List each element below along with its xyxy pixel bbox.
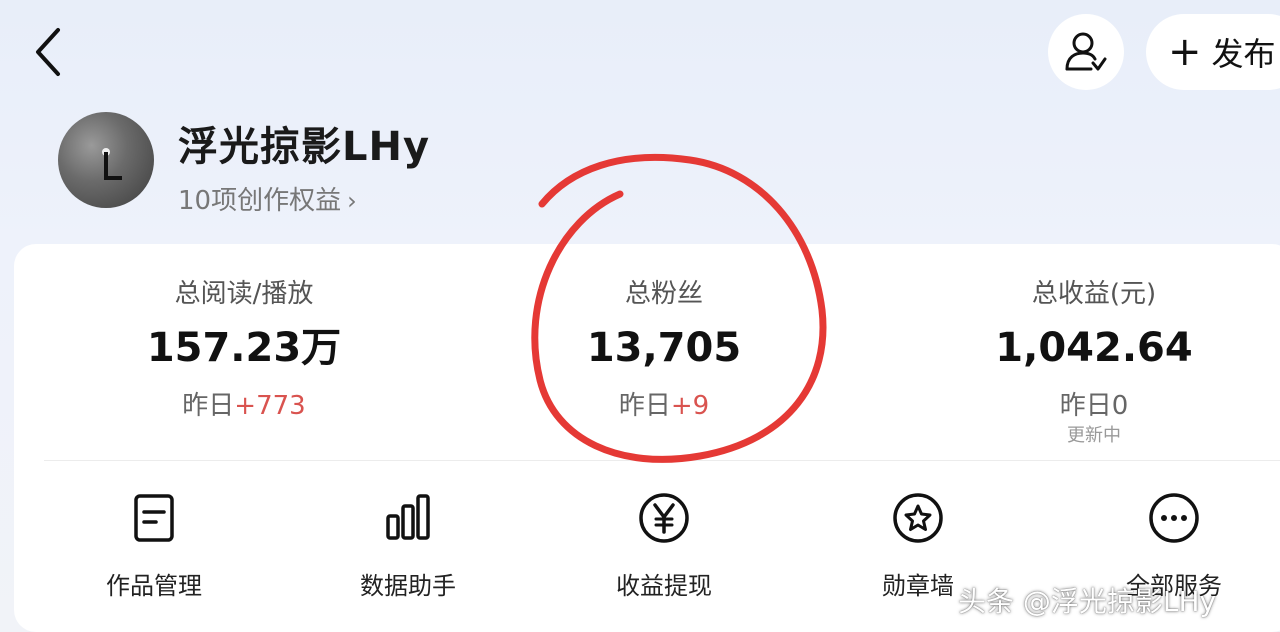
yesterday-delta: +773 [234,391,306,421]
creator-rights-label: 10项创作权益 [178,186,342,216]
stat-total-income[interactable]: 总收益(元) 1,042.64 昨日0 更新中 [924,274,1264,448]
publish-label: 发布 [1211,35,1276,73]
stat-yesterday: 昨日+9 [494,388,834,424]
stat-label: 总阅读/播放 [174,279,314,309]
watermark: 头条 @浮光掠影LHy [958,585,1217,618]
service-label: 作品管理 [106,572,202,600]
bar-chart-icon [386,494,430,540]
stat-yesterday: 昨日0 [1059,391,1129,421]
stat-total-reads[interactable]: 总阅读/播放 157.23万 昨日+773 [74,274,414,424]
service-label: 收益提现 [616,572,712,600]
yuan-icon [639,493,689,543]
plus-icon: + [1168,29,1202,75]
back-button[interactable] [30,24,70,80]
avatar[interactable] [58,112,154,208]
chevron-left-icon [36,28,60,76]
stat-note: 更新中 [1067,425,1121,446]
service-data-assistant[interactable]: 数据助手 [328,490,488,601]
user-follow-button[interactable] [1048,14,1124,90]
stats-card: 总阅读/播放 157.23万 昨日+773 总粉丝 13,705 昨日+9 总收… [14,244,1280,632]
yesterday-prefix: 昨日 [182,391,235,421]
stat-value: 1,042.64 [995,325,1193,371]
stat-value: 157.23万 [146,325,342,371]
service-works-management[interactable]: 作品管理 [74,490,234,601]
yesterday-delta: +9 [670,391,710,421]
stat-yesterday: 昨日+773 [74,388,414,424]
medal-icon [893,493,943,543]
document-icon [134,494,174,542]
service-income-withdraw[interactable]: 收益提现 [584,490,744,601]
service-label: 数据助手 [360,572,456,600]
publish-button[interactable]: + 发布 [1146,14,1280,90]
more-icon [1149,493,1199,543]
yesterday-prefix: 昨日 [618,391,671,421]
stat-total-fans[interactable]: 总粉丝 13,705 昨日+9 [494,274,834,424]
stat-label: 总收益(元) [1031,279,1157,309]
creator-rights-link[interactable]: 10项创作权益 › [178,180,357,217]
divider [44,460,1280,461]
stat-value: 13,705 [586,325,742,371]
chevron-right-icon: › [347,187,357,215]
user-check-icon [1065,32,1107,71]
username: 浮光掠影LHy [178,124,431,170]
stat-label: 总粉丝 [624,279,703,309]
